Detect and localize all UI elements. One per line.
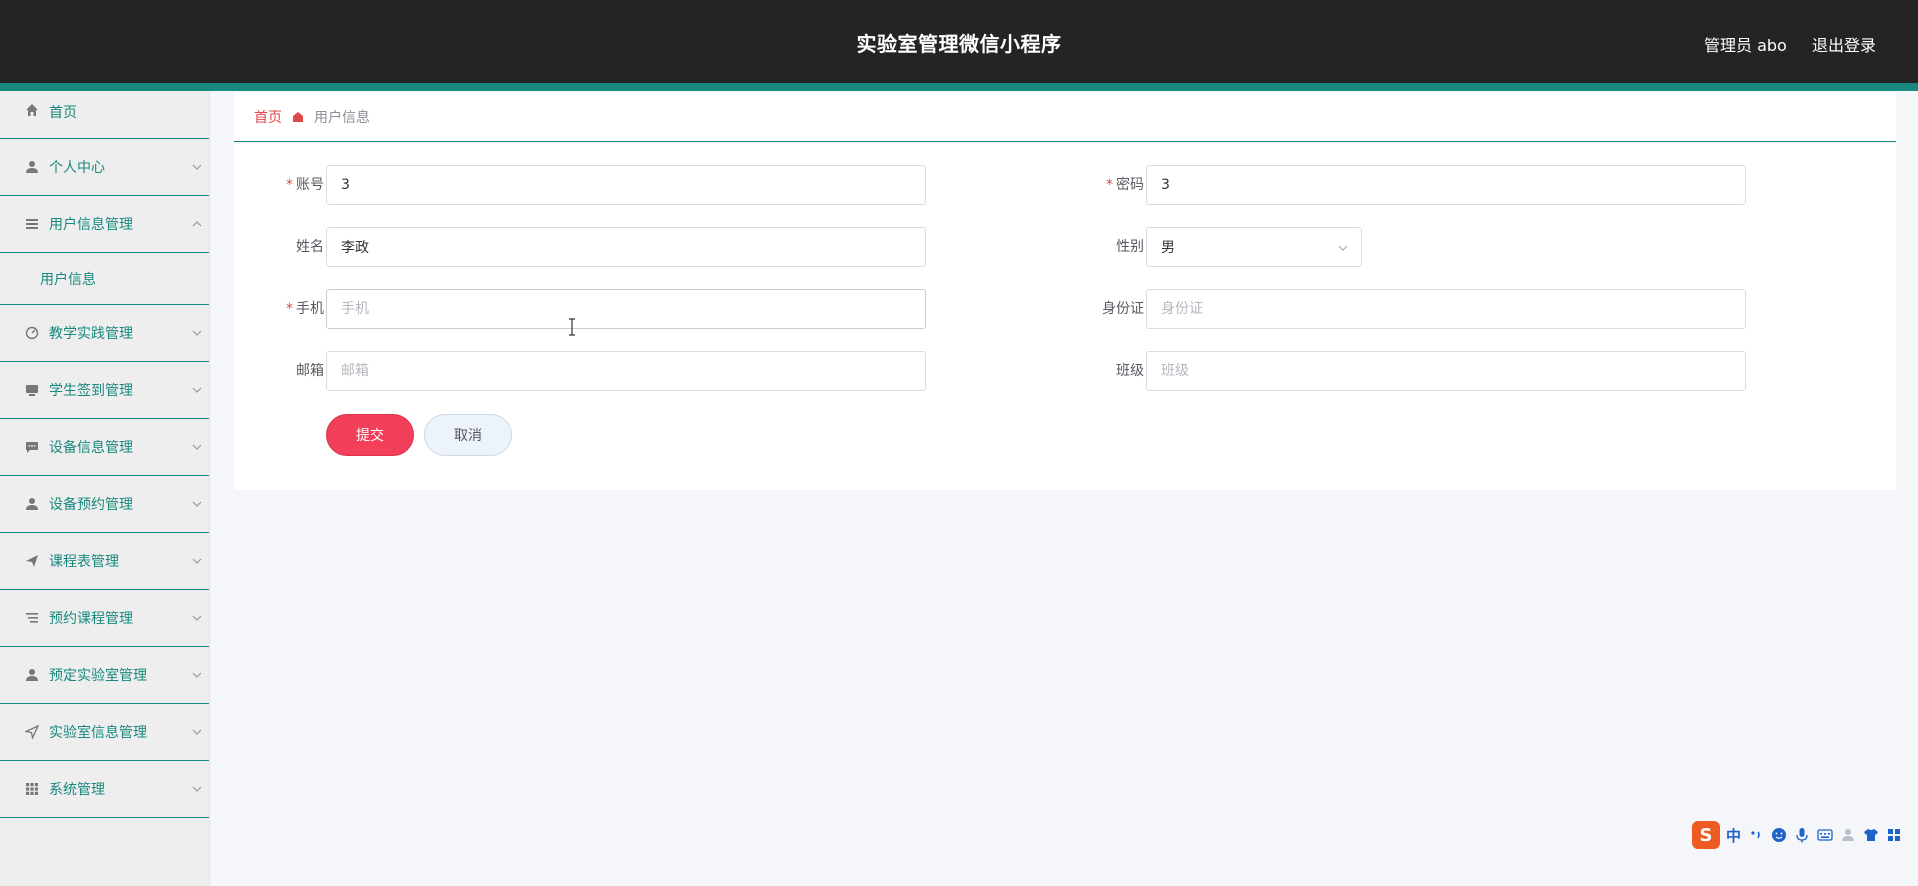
send-icon xyxy=(24,553,40,569)
sidebar-item-label: 实验室信息管理 xyxy=(49,725,147,741)
sidebar-item-home[interactable]: 首页 xyxy=(0,91,209,139)
breadcrumb-current: 用户信息 xyxy=(314,109,370,126)
chevron-down-icon xyxy=(192,164,202,170)
skin-shirt-icon[interactable] xyxy=(1862,826,1880,844)
sidebar-item-user-info-management[interactable]: 用户信息管理 xyxy=(0,196,209,253)
account-label: * 账号 xyxy=(286,177,324,193)
sidebar: 首页 个人中心 用户信息管理 用户信息 教学实践管理 学生签到管理 设备信息管理… xyxy=(0,91,210,886)
chevron-down-icon xyxy=(192,444,202,450)
breadcrumb-home[interactable]: 首页 xyxy=(254,107,282,127)
keyboard-icon[interactable] xyxy=(1816,826,1834,844)
sidebar-item-label: 用户信息管理 xyxy=(49,217,133,233)
punctuation-icon[interactable] xyxy=(1747,826,1765,844)
text-cursor-icon xyxy=(569,318,575,336)
user-account-icon[interactable] xyxy=(1839,826,1857,844)
ime-language-toggle[interactable]: 中 xyxy=(1726,825,1741,846)
grid-icon xyxy=(24,781,40,797)
cancel-button[interactable]: 取消 xyxy=(424,414,512,456)
chevron-down-icon xyxy=(192,387,202,393)
idcard-label: 身份证 xyxy=(1102,301,1144,317)
navigation-icon xyxy=(24,724,40,740)
sidebar-item-label: 首页 xyxy=(49,105,77,121)
chevron-down-icon xyxy=(1338,245,1348,251)
sidebar-item-label: 教学实践管理 xyxy=(49,326,133,342)
chevron-down-icon xyxy=(192,615,202,621)
gender-select-value: 男 xyxy=(1161,240,1175,256)
list-icon xyxy=(24,216,40,232)
sidebar-item-timetable[interactable]: 课程表管理 xyxy=(0,533,209,590)
sidebar-item-label: 设备预约管理 xyxy=(49,497,133,513)
microphone-icon[interactable] xyxy=(1793,826,1811,844)
chevron-down-icon xyxy=(192,558,202,564)
chevron-down-icon xyxy=(192,672,202,678)
user-icon xyxy=(24,159,40,175)
sidebar-item-label: 系统管理 xyxy=(49,782,105,798)
class-label: 班级 xyxy=(1116,363,1144,379)
chevron-up-icon xyxy=(192,221,202,227)
home-icon xyxy=(24,102,40,118)
app-title: 实验室管理微信小程序 xyxy=(856,32,1062,56)
sidebar-item-student-signin[interactable]: 学生签到管理 xyxy=(0,362,209,419)
chevron-down-icon xyxy=(192,786,202,792)
sidebar-item-lab-reservation[interactable]: 预定实验室管理 xyxy=(0,647,209,704)
ime-toolbar: S 中 xyxy=(1692,820,1918,850)
phone-label: * 手机 xyxy=(286,301,324,317)
sidebar-item-equipment-booking[interactable]: 设备预约管理 xyxy=(0,476,209,533)
account-input[interactable] xyxy=(326,165,926,205)
name-input[interactable] xyxy=(326,227,926,267)
chevron-down-icon xyxy=(192,501,202,507)
dashboard-icon xyxy=(24,325,40,341)
gender-label: 性别 xyxy=(1116,239,1144,255)
sidebar-item-label: 设备信息管理 xyxy=(49,440,133,456)
toolbox-grid-icon[interactable] xyxy=(1885,826,1903,844)
class-input[interactable] xyxy=(1146,351,1746,391)
sidebar-item-label: 学生签到管理 xyxy=(49,383,133,399)
gender-select[interactable]: 男 xyxy=(1146,227,1362,267)
sidebar-item-lab-info[interactable]: 实验室信息管理 xyxy=(0,704,209,761)
sidebar-item-label: 预定实验室管理 xyxy=(49,668,147,684)
sort-icon xyxy=(24,610,40,626)
sidebar-item-label: 预约课程管理 xyxy=(49,611,133,627)
sidebar-item-course-booking[interactable]: 预约课程管理 xyxy=(0,590,209,647)
email-label: 邮箱 xyxy=(296,363,324,379)
user-info-form: *账号 *密码 姓名 性别 男 *手机 身份证 邮箱 班级 提交 取消 xyxy=(234,144,1896,490)
password-label: * 密码 xyxy=(1106,177,1144,193)
logout-link[interactable]: 退出登录 xyxy=(1812,32,1876,56)
top-header: 实验室管理微信小程序 管理员 abo 退出登录 xyxy=(0,0,1918,83)
house-icon xyxy=(292,111,304,123)
sidebar-item-label: 课程表管理 xyxy=(49,554,119,570)
sidebar-item-equipment-info[interactable]: 设备信息管理 xyxy=(0,419,209,476)
chat-icon xyxy=(24,439,40,455)
sidebar-item-teaching-practice[interactable]: 教学实践管理 xyxy=(0,305,209,362)
emoji-icon[interactable] xyxy=(1770,826,1788,844)
email-input[interactable] xyxy=(326,351,926,391)
current-user: 管理员 abo xyxy=(1704,36,1787,55)
sidebar-item-personal-center[interactable]: 个人中心 xyxy=(0,139,209,196)
breadcrumb: 首页 用户信息 xyxy=(234,92,1896,142)
name-label: 姓名 xyxy=(296,239,324,255)
monitor-icon xyxy=(24,382,40,398)
sogou-logo-icon[interactable]: S xyxy=(1692,821,1720,849)
idcard-input[interactable] xyxy=(1146,289,1746,329)
phone-input[interactable] xyxy=(326,289,926,329)
chevron-down-icon xyxy=(192,330,202,336)
password-input[interactable] xyxy=(1146,165,1746,205)
user-icon xyxy=(24,667,40,683)
sidebar-item-label: 个人中心 xyxy=(49,160,105,176)
user-icon xyxy=(24,496,40,512)
sidebar-subitem-user-info[interactable]: 用户信息 xyxy=(0,253,209,305)
submit-button[interactable]: 提交 xyxy=(326,414,414,456)
chevron-down-icon xyxy=(192,729,202,735)
header-accent-stripe xyxy=(0,83,1918,91)
sidebar-item-system[interactable]: 系统管理 xyxy=(0,761,209,818)
